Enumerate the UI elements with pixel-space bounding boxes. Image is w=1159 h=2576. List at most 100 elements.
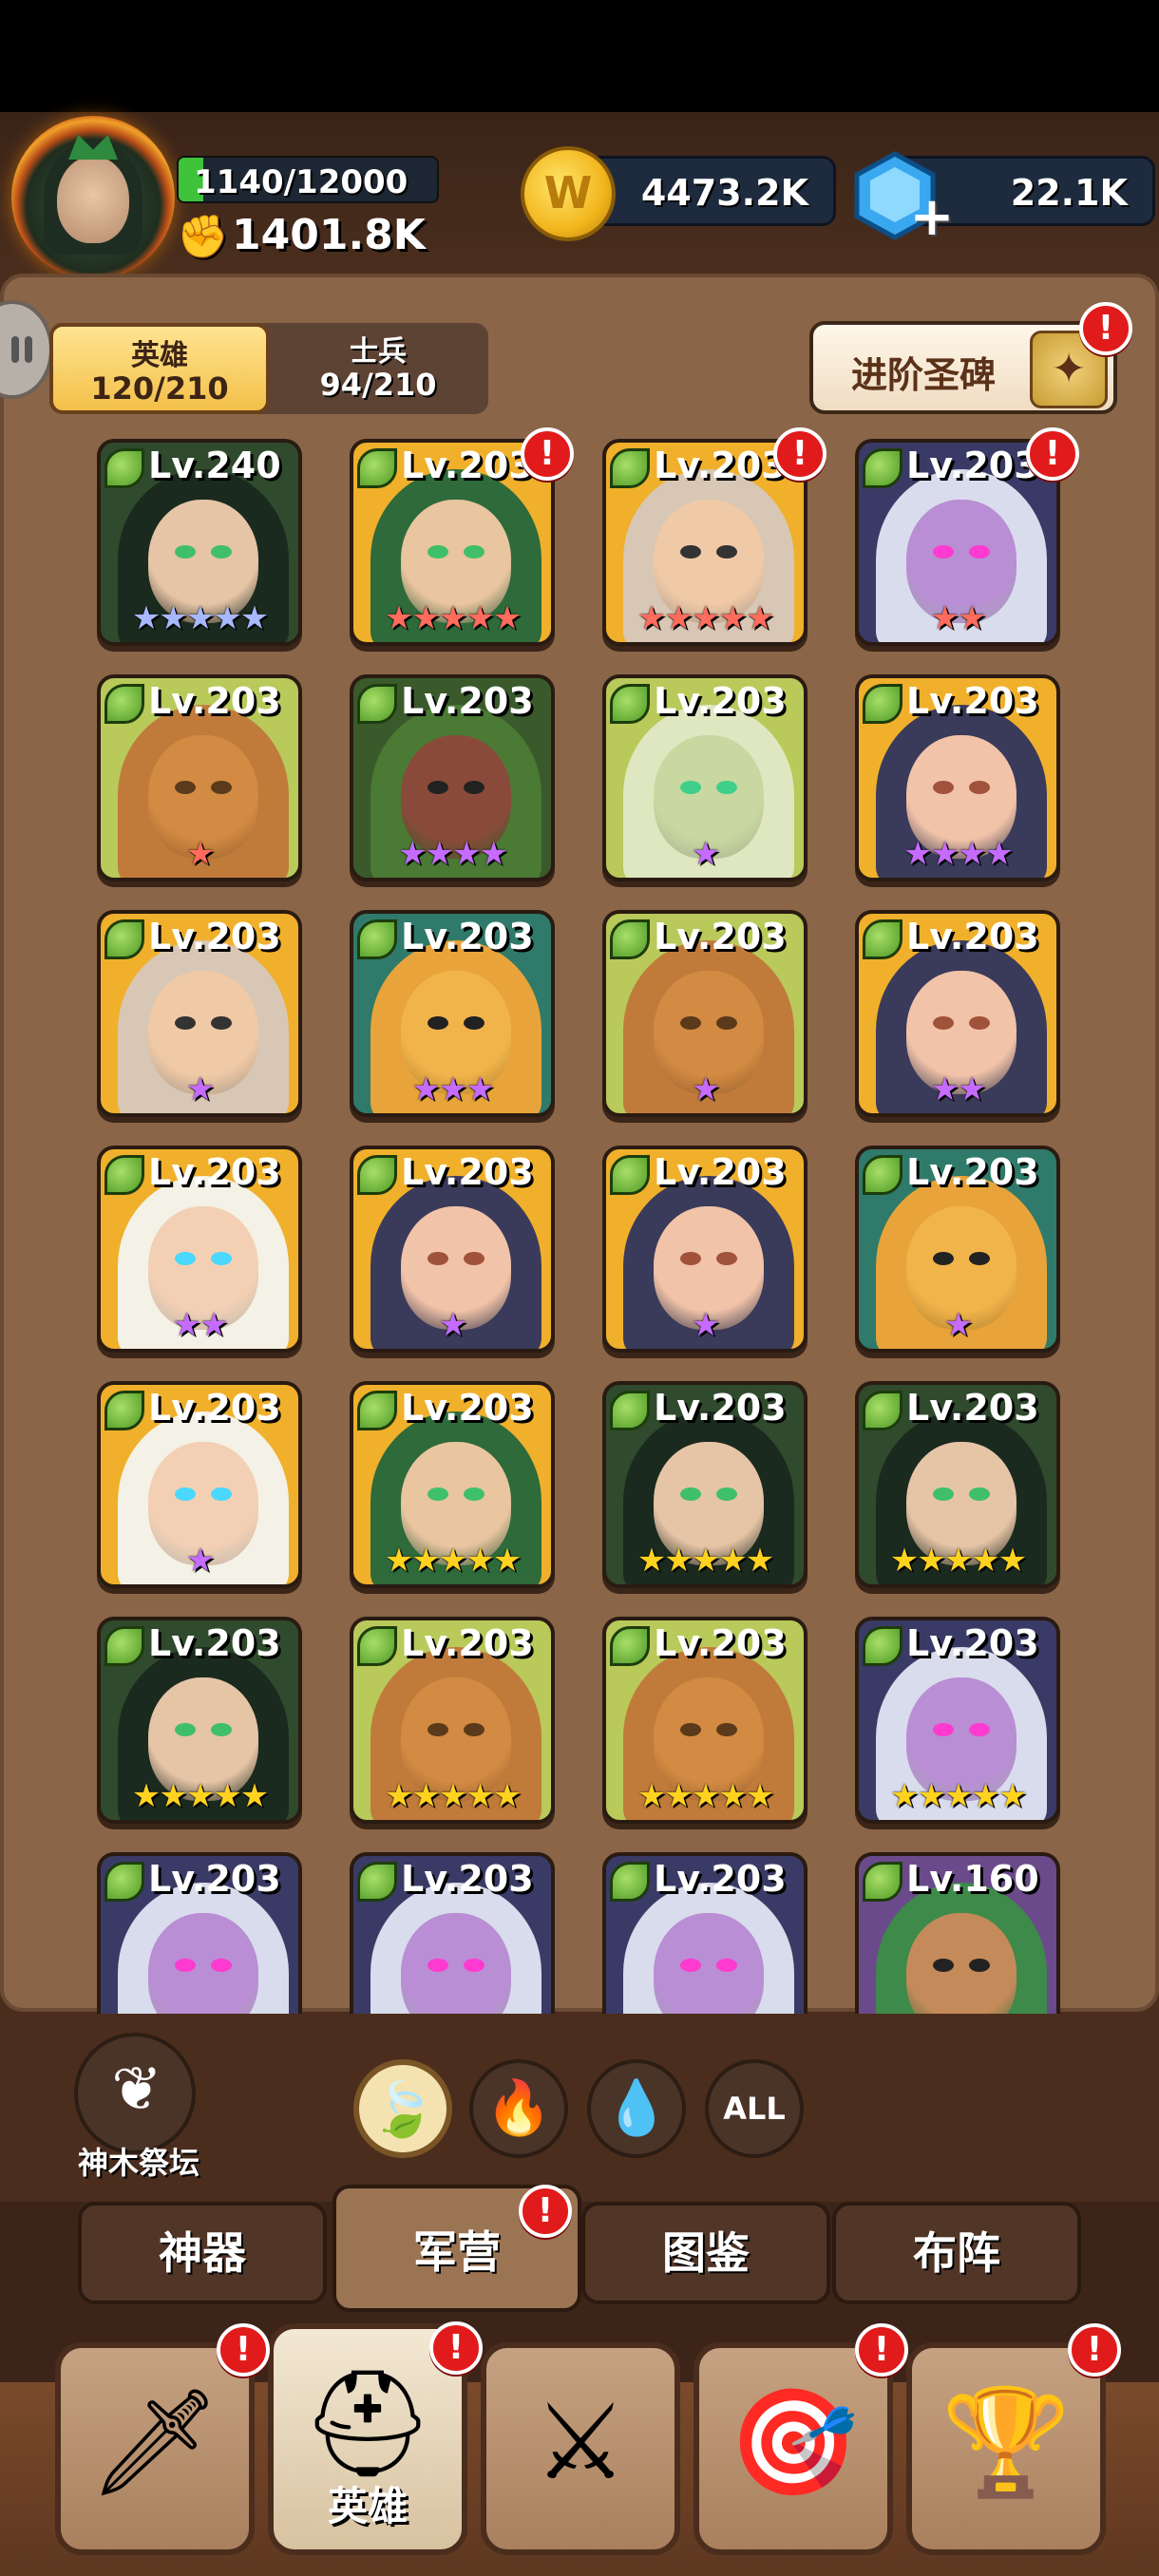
hero-card[interactable]: Lv.203 ★★★★★: [602, 439, 808, 646]
alert-icon: !: [855, 2323, 908, 2377]
hero-card[interactable]: Lv.203 ★: [97, 1381, 302, 1588]
hero-eye: [933, 1487, 954, 1501]
hero-level: Lv.203: [104, 916, 281, 959]
hero-eye: [933, 781, 954, 794]
hero-eye: [716, 1959, 737, 1972]
hero-card[interactable]: Lv.160: [855, 1852, 1060, 2014]
hero-card[interactable]: Lv.203 ★★★★: [855, 674, 1060, 881]
hero-eye: [969, 1487, 990, 1501]
nav-crossed-swords-button[interactable]: ⚔: [481, 2342, 680, 2555]
hero-card[interactable]: Lv.203 ★: [602, 910, 808, 1117]
hero-level-text: Lv.203: [654, 680, 787, 722]
hero-eye: [680, 545, 701, 559]
tab-soldiers[interactable]: 士兵 94/210: [268, 323, 488, 414]
alert-icon: !: [1026, 427, 1079, 481]
hero-star-rating: ★: [691, 835, 720, 873]
hero-card[interactable]: Lv.203 ★: [602, 674, 808, 881]
filter-leaf-button[interactable]: 🍃: [353, 2059, 452, 2158]
filter-fire-button[interactable]: 🔥: [469, 2059, 568, 2158]
leaf-element-icon: [610, 683, 650, 724]
hero-level: Lv.203: [610, 680, 787, 724]
leaf-element-icon: [104, 683, 144, 724]
nav-trophy-button[interactable]: 🏆: [906, 2342, 1106, 2555]
hero-card[interactable]: Lv.203 ★: [350, 1146, 555, 1353]
alert-icon: !: [519, 2185, 572, 2238]
subtab-2[interactable]: 图鉴: [581, 2202, 830, 2304]
coin-value: 4473.2K: [640, 172, 808, 214]
hero-level-text: Lv.160: [906, 1858, 1039, 1900]
hero-card[interactable]: Lv.203 ★★★: [350, 910, 555, 1117]
advance-monument-button[interactable]: 进阶圣碑 ✦: [809, 321, 1117, 414]
hero-card[interactable]: Lv.203 ★★★★★: [855, 1381, 1060, 1588]
hero-level: Lv.203: [863, 916, 1039, 959]
filter-water-button[interactable]: 💧: [587, 2059, 686, 2158]
hero-eye: [464, 1723, 484, 1736]
hero-card[interactable]: Lv.203 ★★★★★: [602, 1617, 808, 1824]
sacred-tree-altar-button[interactable]: ❦: [74, 2033, 196, 2154]
hero-star-rating: ★: [691, 1306, 720, 1344]
add-gems-icon[interactable]: +: [908, 191, 956, 244]
altar-label: 神木祭坛: [77, 2145, 200, 2181]
hero-eye: [175, 1487, 196, 1501]
hero-eye: [680, 1016, 701, 1030]
hero-star-rating: ★★★★★: [636, 1777, 774, 1815]
leaf-element-icon: [863, 683, 902, 724]
hero-eye: [175, 781, 196, 794]
hero-card[interactable]: Lv.203 ★★★★★: [350, 439, 555, 646]
hero-card[interactable]: Lv.203 ★★: [855, 910, 1060, 1117]
leaf-element-icon: [863, 1390, 902, 1430]
hero-eye: [464, 545, 484, 559]
leaf-element-icon: [863, 1154, 902, 1195]
hero-level: Lv.160: [863, 1858, 1039, 1902]
filter-all-button[interactable]: ALL: [705, 2059, 804, 2158]
hero-level-text: Lv.203: [906, 445, 1039, 486]
hero-card[interactable]: Lv.203 ★★★★★: [855, 1617, 1060, 1824]
hero-card[interactable]: Lv.203 ★★★★★: [97, 1617, 302, 1824]
hero-eye: [680, 781, 701, 794]
leaf-element-icon: [610, 919, 650, 959]
hero-level: Lv.203: [357, 1622, 534, 1666]
subtab-3[interactable]: 布阵: [832, 2202, 1081, 2304]
hero-eye: [716, 781, 737, 794]
hero-card[interactable]: Lv.203: [97, 1852, 302, 2014]
hero-eye: [211, 1016, 232, 1030]
hero-card[interactable]: Lv.203 ★★★★★: [350, 1381, 555, 1588]
hero-card[interactable]: Lv.203 ★★: [97, 1146, 302, 1353]
hero-card[interactable]: Lv.203 ★: [97, 910, 302, 1117]
hero-star-rating: ★★★★★: [131, 599, 269, 637]
tab-heroes[interactable]: 英雄 120/210: [49, 323, 270, 414]
hero-card[interactable]: Lv.203: [350, 1852, 555, 2014]
nav-target-button[interactable]: 🎯: [694, 2342, 893, 2555]
leaf-element-icon: [357, 1390, 397, 1430]
hero-eye: [969, 545, 990, 559]
hero-level-text: Lv.203: [654, 1858, 787, 1900]
player-avatar[interactable]: [11, 116, 175, 279]
hero-eye: [211, 781, 232, 794]
hero-eye: [933, 1959, 954, 1972]
leaf-element-icon: [610, 1625, 650, 1666]
hero-card[interactable]: Lv.240 ★★★★★: [97, 439, 302, 646]
alert-icon: !: [773, 427, 826, 481]
hero-card[interactable]: Lv.203 ★★★★★: [602, 1381, 808, 1588]
hero-card[interactable]: Lv.203 ★★★★★: [350, 1617, 555, 1824]
alert-icon: !: [1079, 302, 1132, 355]
hero-eye: [428, 1252, 448, 1265]
hero-card[interactable]: Lv.203 ★: [97, 674, 302, 881]
trophy-icon: 🏆: [940, 2381, 1072, 2503]
target-icon: 🎯: [728, 2381, 859, 2503]
hero-level: Lv.203: [863, 680, 1039, 724]
subtab-0[interactable]: 神器: [78, 2202, 327, 2304]
hero-level: Lv.203: [610, 1151, 787, 1195]
nav-sword-banner-button[interactable]: 🗡: [55, 2342, 255, 2555]
hero-card[interactable]: Lv.203 ★★★★: [350, 674, 555, 881]
hero-eye: [428, 781, 448, 794]
hero-card[interactable]: Lv.203 ★: [855, 1146, 1060, 1353]
hero-level-text: Lv.203: [401, 445, 534, 486]
hero-eye: [716, 1487, 737, 1501]
hero-card[interactable]: Lv.203 ★★: [855, 439, 1060, 646]
hero-eye: [428, 1487, 448, 1501]
hero-eye: [933, 1016, 954, 1030]
status-bar: [0, 0, 1159, 112]
hero-card[interactable]: Lv.203 ★: [602, 1146, 808, 1353]
hero-card[interactable]: Lv.203: [602, 1852, 808, 2014]
